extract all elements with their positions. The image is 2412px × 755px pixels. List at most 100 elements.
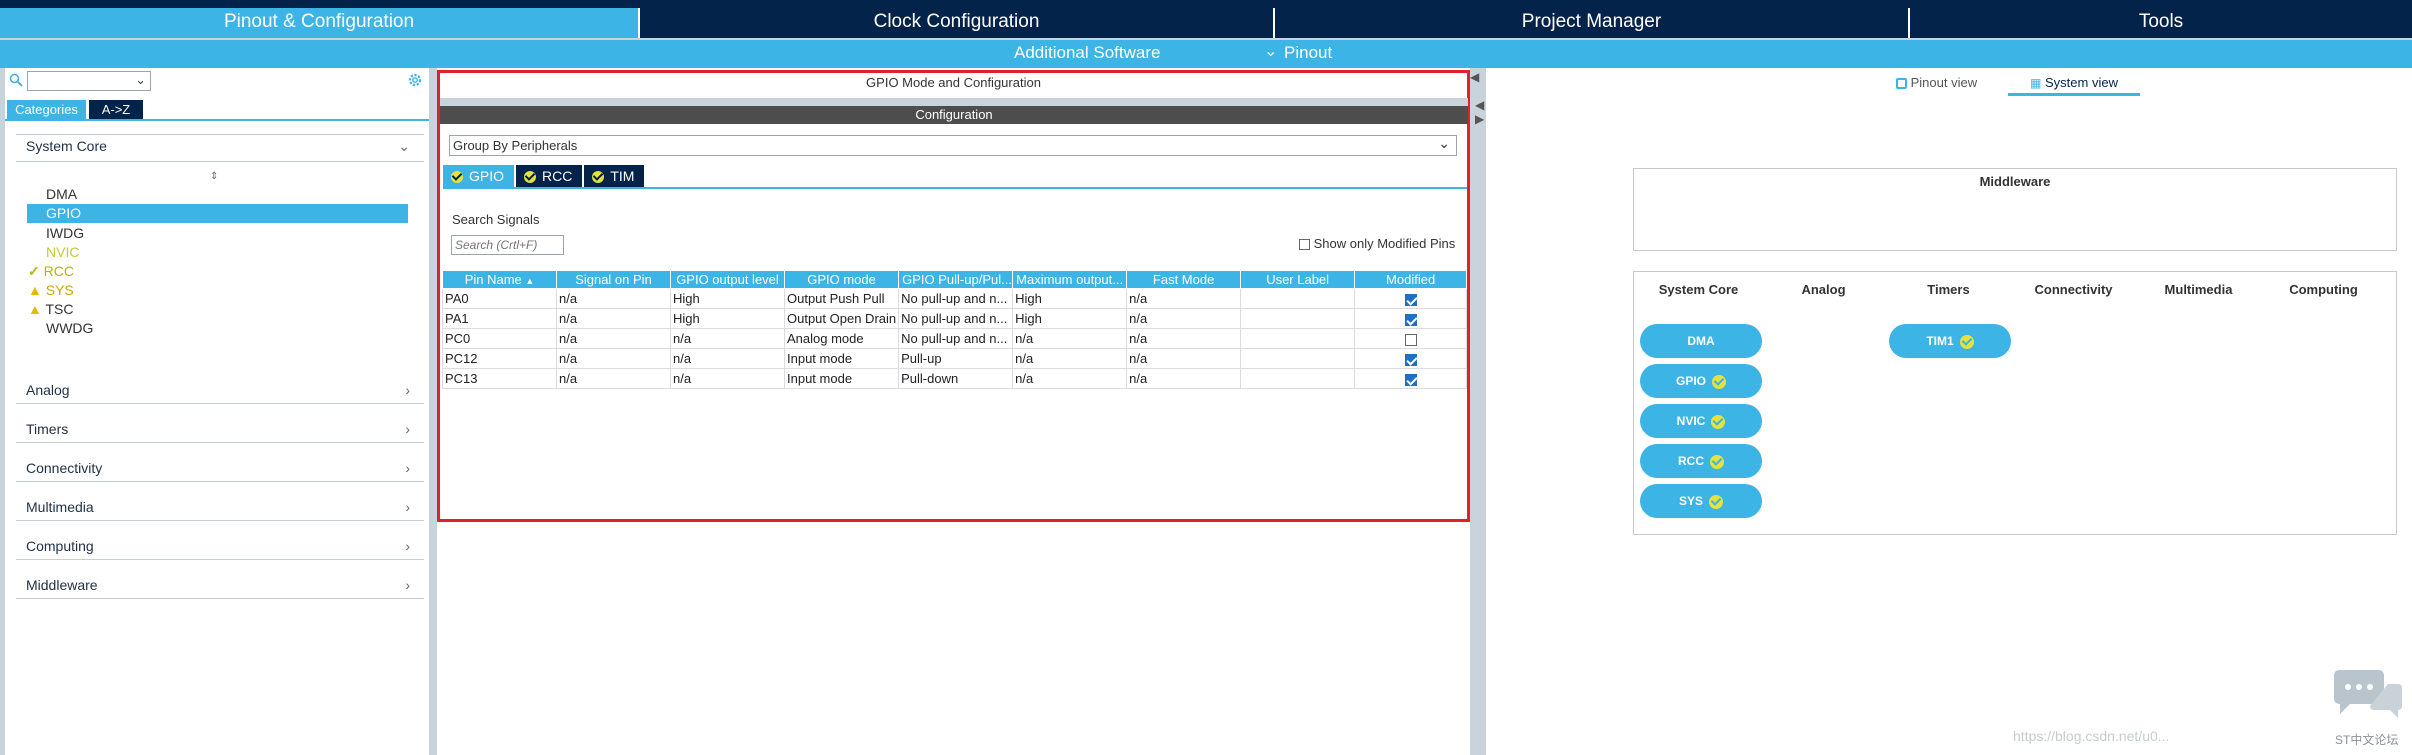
sidebar-item-label: WWDG bbox=[46, 320, 94, 336]
sub-nav: Additional Software ⌄ Pinout bbox=[0, 40, 2412, 68]
tab-label: Pinout view bbox=[1910, 75, 1978, 90]
sidebar-item-label: DMA bbox=[46, 186, 78, 202]
additional-software-link[interactable]: Additional Software bbox=[1014, 43, 1160, 63]
collapse-right-icon[interactable]: ◀ bbox=[1475, 98, 1484, 112]
chip-icon bbox=[1896, 78, 1907, 90]
search-signals-input[interactable] bbox=[451, 235, 564, 255]
table-row[interactable]: PC0 n/a n/a Analog mode No pull-up and n… bbox=[442, 328, 1468, 349]
sidebar-item-label: TSC bbox=[45, 301, 74, 317]
tab-a-to-z[interactable]: A->Z bbox=[89, 100, 143, 119]
checkbox[interactable] bbox=[1299, 239, 1310, 251]
user-label-cell bbox=[1240, 288, 1356, 309]
category-middleware[interactable]: Middleware › bbox=[26, 577, 418, 599]
pill-label: TIM1 bbox=[1926, 334, 1954, 348]
table-row[interactable]: PA1 n/a High Output Open Drain No pull-u… bbox=[442, 308, 1468, 329]
sidebar-item-tsc[interactable]: ▲ TSC bbox=[28, 301, 74, 317]
tab-gpio[interactable]: GPIO bbox=[443, 165, 515, 187]
peripheral-pill-tim1[interactable]: TIM1 bbox=[1889, 324, 2011, 358]
sort-icon[interactable]: ⇕ bbox=[210, 171, 218, 182]
category-multimedia[interactable]: Multimedia › bbox=[26, 499, 418, 521]
pinout-view-tab[interactable]: Pinout view bbox=[1896, 75, 1977, 90]
divider bbox=[16, 403, 424, 404]
sidebar-item-iwdg[interactable]: IWDG bbox=[46, 225, 84, 241]
max-speed-cell: n/a bbox=[1012, 348, 1128, 369]
checkbox[interactable] bbox=[1404, 353, 1417, 366]
checkbox[interactable] bbox=[1404, 373, 1417, 386]
sidebar-item-sys[interactable]: ▲ SYS bbox=[28, 282, 74, 298]
watermark-url: https://blog.csdn.net/u0... bbox=[2013, 728, 2170, 744]
sidebar-item-rcc[interactable]: ✓ RCC bbox=[28, 263, 74, 280]
category-system-core[interactable]: System Core ⌄ bbox=[26, 138, 418, 160]
panel-title: GPIO Mode and Configuration bbox=[866, 75, 1041, 90]
system-view-underline bbox=[2008, 93, 2140, 96]
group-by-select[interactable]: Group By Peripherals ⌄ bbox=[449, 135, 1457, 156]
category-label: Middleware bbox=[26, 577, 98, 593]
pull-cell: Pull-up bbox=[898, 348, 1014, 369]
sidebar-item-dma[interactable]: DMA bbox=[46, 186, 77, 202]
column-header[interactable]: Maximum output... bbox=[1012, 270, 1128, 289]
category-label: Computing bbox=[26, 538, 94, 554]
show-modified-checkbox[interactable]: Show only Modified Pins bbox=[1299, 236, 1455, 251]
tab-project-manager-label: Project Manager bbox=[1521, 11, 1662, 32]
splitter[interactable]: ◀ ◀ ▶ bbox=[1470, 68, 1486, 755]
column-header[interactable]: GPIO mode bbox=[783, 270, 900, 289]
table-row[interactable]: PA0 n/a High Output Push Pull No pull-up… bbox=[442, 288, 1468, 309]
tab-categories[interactable]: Categories bbox=[7, 100, 86, 119]
sidebar-item-nvic[interactable]: NVIC bbox=[46, 244, 79, 260]
system-view-tab[interactable]: ▦ System view bbox=[2008, 75, 2140, 90]
gpio-mode-cell: Input mode bbox=[783, 368, 900, 389]
sidebar-item-label: IWDG bbox=[46, 225, 85, 241]
gear-icon[interactable] bbox=[407, 72, 423, 93]
tab-tim[interactable]: TIM bbox=[584, 165, 645, 187]
column-header[interactable]: Pin Name ▲ bbox=[442, 270, 557, 289]
column-header[interactable]: Fast Mode bbox=[1126, 270, 1242, 289]
sidebar-item-wwdg[interactable]: WWDG bbox=[46, 320, 93, 336]
search-dropdown[interactable]: ⌄ bbox=[27, 71, 151, 91]
category-analog[interactable]: Analog › bbox=[26, 382, 418, 404]
config-header: Configuration bbox=[440, 106, 1468, 124]
left-sidebar: ⌄ Categories A->Z System Core ⌄ ⇕ DMA GP… bbox=[5, 68, 429, 755]
peripheral-pill-rcc[interactable]: RCC bbox=[1640, 444, 1762, 478]
collapse-left-icon[interactable]: ◀ bbox=[1470, 70, 1479, 84]
table-row[interactable]: PC12 n/a n/a Input mode Pull-up n/a n/a bbox=[442, 348, 1468, 369]
fast-mode-cell: n/a bbox=[1126, 328, 1242, 349]
category-computing[interactable]: Computing › bbox=[26, 538, 418, 560]
modified-cell[interactable] bbox=[1354, 308, 1468, 329]
peripheral-pill-gpio[interactable]: GPIO bbox=[1640, 364, 1762, 398]
modified-cell[interactable] bbox=[1354, 368, 1468, 389]
warning-icon: ▲ bbox=[28, 301, 42, 317]
table-row[interactable]: PC13 n/a n/a Input mode Pull-down n/a n/… bbox=[442, 368, 1468, 389]
check-icon: ✓ bbox=[28, 263, 40, 279]
pinout-menu[interactable]: Pinout bbox=[1284, 43, 1332, 63]
gpio-mode-cell: Input mode bbox=[783, 348, 900, 369]
system-column-header: Analog bbox=[1801, 282, 1846, 297]
pill-label: RCC bbox=[1678, 454, 1704, 468]
group-by-value: Group By Peripherals bbox=[453, 138, 578, 153]
modified-cell[interactable] bbox=[1354, 288, 1468, 309]
signal-cell: n/a bbox=[556, 368, 671, 389]
column-header[interactable]: GPIO output level bbox=[670, 270, 785, 289]
checkbox[interactable] bbox=[1404, 333, 1417, 346]
check-circle-icon bbox=[1712, 374, 1726, 389]
column-header[interactable]: GPIO Pull-up/Pul... bbox=[898, 270, 1014, 289]
modified-cell[interactable] bbox=[1354, 328, 1468, 349]
pin-name-cell: PA1 bbox=[442, 308, 557, 329]
expand-right-icon[interactable]: ▶ bbox=[1475, 112, 1484, 126]
peripheral-pill-dma[interactable]: DMA bbox=[1640, 324, 1762, 358]
sidebar-item-gpio[interactable] bbox=[27, 204, 408, 223]
column-header-label: Pin Name bbox=[464, 272, 522, 287]
column-header[interactable]: User Label bbox=[1240, 270, 1356, 289]
check-circle-icon bbox=[524, 171, 537, 184]
checkbox[interactable] bbox=[1404, 313, 1417, 326]
column-header[interactable]: Signal on Pin bbox=[556, 270, 671, 289]
checkbox[interactable] bbox=[1404, 293, 1417, 306]
category-timers[interactable]: Timers › bbox=[26, 421, 418, 443]
peripheral-pill-nvic[interactable]: NVIC bbox=[1640, 404, 1762, 438]
modified-cell[interactable] bbox=[1354, 348, 1468, 369]
peripheral-tabs: GPIO RCC TIM bbox=[443, 165, 646, 187]
peripheral-pill-sys[interactable]: SYS bbox=[1640, 484, 1762, 518]
category-connectivity[interactable]: Connectivity › bbox=[26, 460, 418, 482]
chevron-right-icon: › bbox=[405, 577, 410, 593]
column-header[interactable]: Modified bbox=[1354, 270, 1468, 289]
tab-rcc[interactable]: RCC bbox=[516, 165, 583, 187]
